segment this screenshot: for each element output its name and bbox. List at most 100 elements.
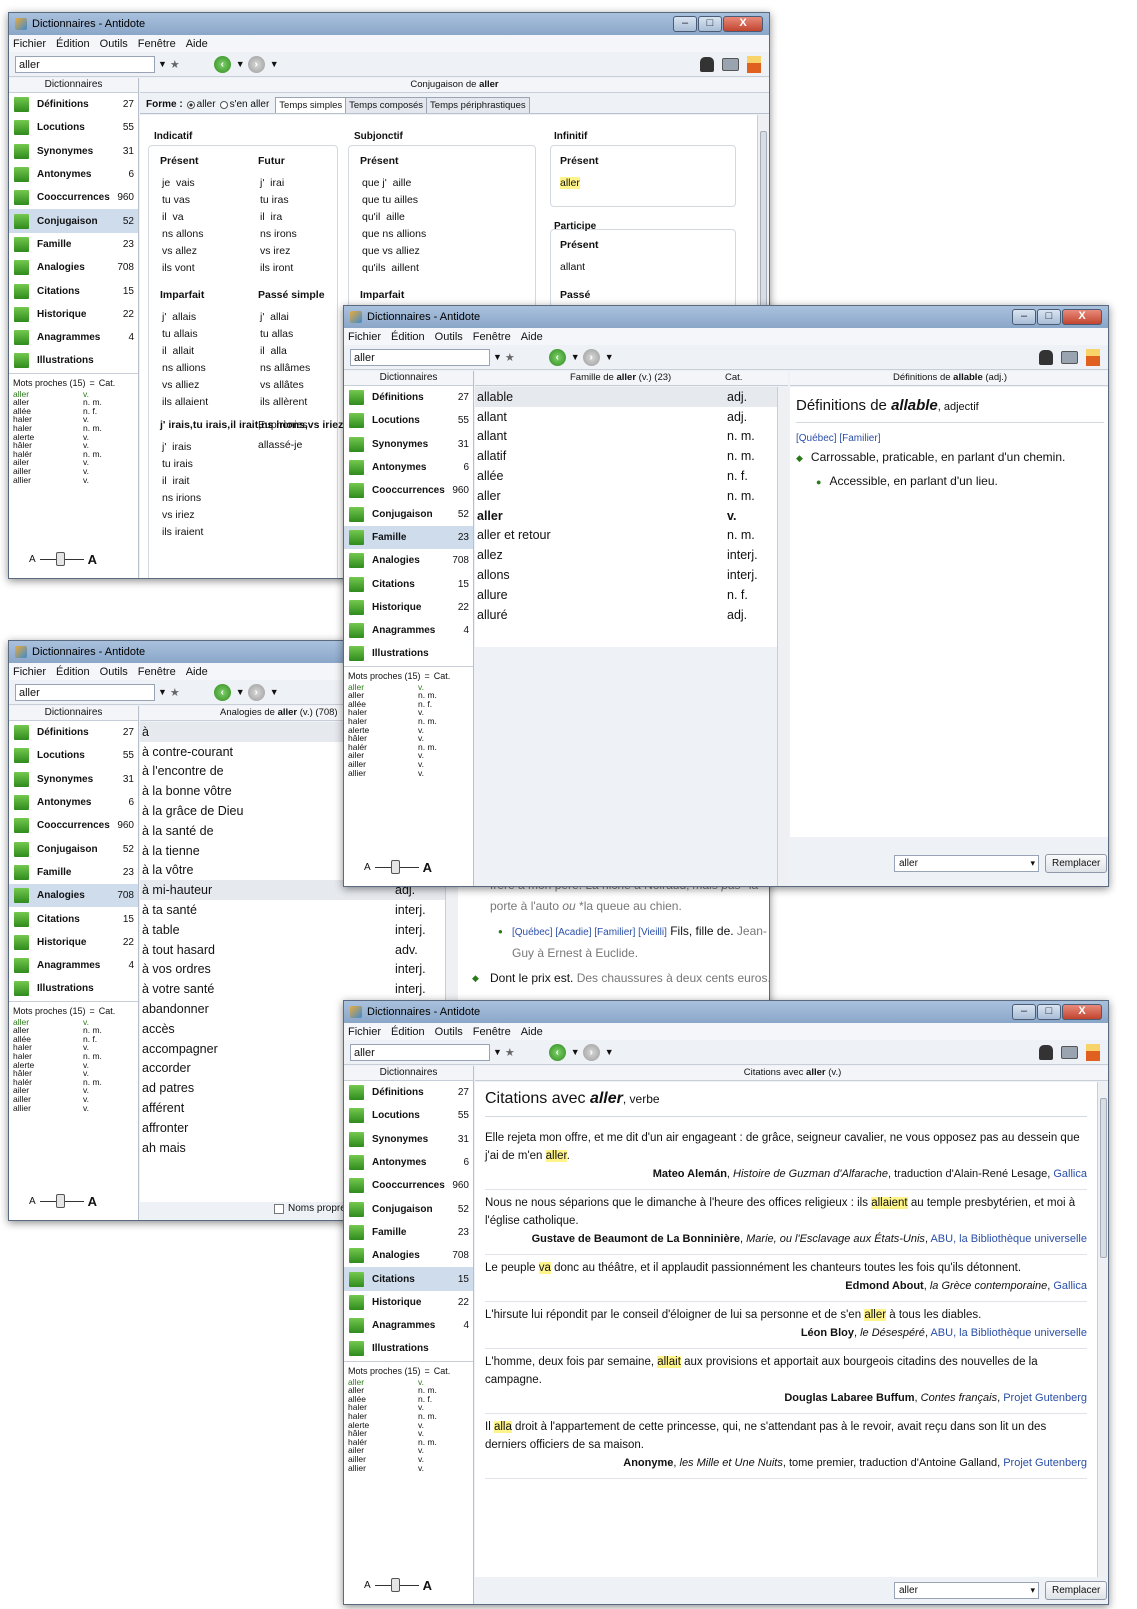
list-item[interactable]: aller v. xyxy=(348,1377,473,1387)
source-link[interactable]: Gallica xyxy=(1053,1280,1087,1292)
sidebar-item-locutions[interactable]: Locutions 55 xyxy=(9,116,138,139)
zoom-slider[interactable]: AA xyxy=(364,1578,432,1593)
menu-item[interactable]: Édition xyxy=(56,38,90,50)
table-row[interactable]: allez interj. xyxy=(475,545,777,565)
sidebar-item-antonymes[interactable]: Antonymes 6 xyxy=(344,456,473,479)
zoom-slider[interactable]: AA xyxy=(29,552,97,567)
menu-item[interactable]: Fenêtre xyxy=(138,38,176,50)
minimize-icon[interactable]: – xyxy=(673,16,697,32)
hat-icon[interactable] xyxy=(1039,350,1053,365)
sidebar-item-famille[interactable]: Famille 23 xyxy=(344,525,473,550)
antidote-book-icon[interactable] xyxy=(1086,1044,1100,1061)
list-item[interactable]: aller n. m. xyxy=(13,398,138,407)
radio-aller-icon[interactable] xyxy=(186,101,195,109)
list-item[interactable]: allier v. xyxy=(13,1103,138,1113)
sidebar-item-locutions[interactable]: Locutions 55 xyxy=(344,1104,473,1127)
sidebar-item-définitions[interactable]: Définitions 27 xyxy=(9,721,138,744)
menu-item[interactable]: Aide xyxy=(186,666,208,678)
maximize-icon[interactable]: □ xyxy=(1037,309,1061,325)
zoom-slider[interactable]: AA xyxy=(29,1194,97,1209)
chevron-down-icon[interactable]: ▼ xyxy=(270,59,279,69)
table-row[interactable]: allée n. f. xyxy=(475,466,777,486)
back-arrow-icon[interactable]: ‹ xyxy=(213,55,231,73)
table-row[interactable]: à ta santé interj. xyxy=(140,900,445,920)
list-item[interactable]: allier v. xyxy=(13,475,138,485)
list-item[interactable]: ailler v. xyxy=(348,1455,473,1464)
sidebar-item-citations[interactable]: Citations 15 xyxy=(9,907,138,930)
back-arrow-icon[interactable]: ‹ xyxy=(548,1043,566,1061)
search-input[interactable]: aller xyxy=(350,1043,490,1061)
list-scrollbar[interactable] xyxy=(777,387,789,886)
table-row[interactable]: allatif n. m. xyxy=(475,446,777,466)
list-item[interactable]: aller n. m. xyxy=(348,691,473,700)
chevron-down-icon[interactable]: ▼ xyxy=(493,1047,502,1057)
source-link[interactable]: Projet Gutenberg xyxy=(1003,1457,1087,1469)
list-item[interactable]: ailler v. xyxy=(13,467,138,476)
list-item[interactable]: ailler v. xyxy=(348,760,473,769)
menu-item[interactable]: Outils xyxy=(435,331,463,343)
title-bar[interactable]: Dictionnaires - Antidote –□X xyxy=(9,13,769,35)
chevron-down-icon[interactable]: ▼ xyxy=(493,352,502,362)
sidebar-item-citations[interactable]: Citations 15 xyxy=(344,572,473,595)
tags[interactable]: [Québec] [Familier] xyxy=(796,433,1104,444)
sidebar-item-anagrammes[interactable]: Anagrammes 4 xyxy=(9,954,138,977)
radio-sen-aller-icon[interactable] xyxy=(219,101,228,109)
source-link[interactable]: Gallica xyxy=(1053,1168,1087,1180)
table-row[interactable]: allant adj. xyxy=(475,407,777,427)
noms-propres-toggle[interactable]: Noms propres xyxy=(274,1203,351,1214)
list-item[interactable]: aller n. m. xyxy=(348,1386,473,1395)
menu-item[interactable]: Fichier xyxy=(13,666,46,678)
menu-item[interactable]: Aide xyxy=(521,1026,543,1038)
sidebar-item-cooccurrences[interactable]: Cooccurrences 960 xyxy=(9,814,138,837)
sidebar-item-locutions[interactable]: Locutions 55 xyxy=(344,409,473,432)
table-row[interactable]: alluré adj. xyxy=(475,605,777,625)
back-arrow-icon[interactable]: ‹ xyxy=(213,683,231,701)
close-icon[interactable]: X xyxy=(1062,1004,1102,1020)
menu-item[interactable]: Fichier xyxy=(13,38,46,50)
table-row[interactable]: à table interj. xyxy=(140,920,445,940)
sidebar-item-historique[interactable]: Historique 22 xyxy=(344,1291,473,1314)
favorite-star-icon[interactable]: ★ xyxy=(505,1046,515,1059)
menu-item[interactable]: Édition xyxy=(391,1026,425,1038)
list-item[interactable]: aller n. m. xyxy=(13,1026,138,1035)
vertical-scrollbar[interactable] xyxy=(1097,1082,1108,1577)
printer-icon[interactable] xyxy=(722,58,739,71)
menu-item[interactable]: Fenêtre xyxy=(138,666,176,678)
replace-combo[interactable]: aller xyxy=(894,855,1039,872)
sidebar-item-analogies[interactable]: Analogies 708 xyxy=(344,1244,473,1267)
chevron-down-icon[interactable]: ▼ xyxy=(571,352,580,362)
menu-item[interactable]: Aide xyxy=(521,331,543,343)
back-arrow-icon[interactable]: ‹ xyxy=(548,348,566,366)
table-row[interactable]: allons interj. xyxy=(475,565,777,585)
sidebar-item-cooccurrences[interactable]: Cooccurrences 960 xyxy=(9,186,138,209)
zoom-track[interactable] xyxy=(39,552,84,566)
hat-icon[interactable] xyxy=(1039,1045,1053,1060)
tab-1[interactable]: Temps composés xyxy=(345,97,428,113)
antidote-book-icon[interactable] xyxy=(747,56,761,73)
favorite-star-icon[interactable]: ★ xyxy=(505,351,515,364)
menu-item[interactable]: Fenêtre xyxy=(473,1026,511,1038)
sidebar-item-illustrations[interactable]: Illustrations xyxy=(9,977,138,1000)
zoom-track[interactable] xyxy=(374,860,419,874)
table-row[interactable]: allant n. m. xyxy=(475,427,777,447)
sidebar-item-conjugaison[interactable]: Conjugaison 52 xyxy=(9,209,138,233)
table-row[interactable]: à votre santé interj. xyxy=(140,979,445,999)
sidebar-item-synonymes[interactable]: Synonymes 31 xyxy=(9,140,138,163)
chevron-down-icon[interactable]: ▼ xyxy=(571,1047,580,1057)
table-row[interactable]: à vos ordres interj. xyxy=(140,960,445,980)
sidebar-item-citations[interactable]: Citations 15 xyxy=(9,279,138,302)
printer-icon[interactable] xyxy=(1061,351,1078,364)
table-row[interactable]: à tout hasard adv. xyxy=(140,940,445,960)
source-link[interactable]: Projet Gutenberg xyxy=(1003,1392,1087,1404)
sidebar-item-conjugaison[interactable]: Conjugaison 52 xyxy=(344,1197,473,1220)
zoom-track[interactable] xyxy=(374,1578,419,1592)
list-item[interactable]: ailer v. xyxy=(348,751,473,760)
sidebar-item-analogies[interactable]: Analogies 708 xyxy=(344,549,473,572)
replace-button[interactable]: Remplacer xyxy=(1045,854,1108,873)
cat-column-header[interactable]: Cat. xyxy=(725,371,742,385)
hat-icon[interactable] xyxy=(700,57,714,72)
sidebar-item-cooccurrences[interactable]: Cooccurrences 960 xyxy=(344,479,473,502)
list-item[interactable]: ailer v. xyxy=(13,458,138,467)
menu-item[interactable]: Fichier xyxy=(348,1026,381,1038)
sidebar-item-antonymes[interactable]: Antonymes 6 xyxy=(9,791,138,814)
